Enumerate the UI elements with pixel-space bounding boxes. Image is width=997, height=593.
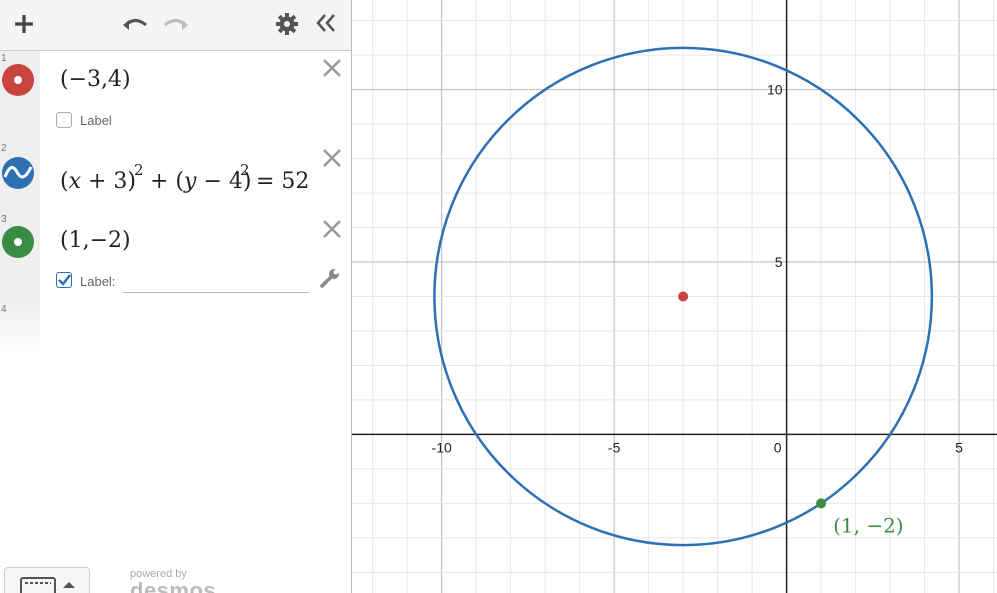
label-input[interactable] (123, 270, 309, 293)
label-checkbox-text: Label (80, 113, 112, 128)
add-expression-button[interactable] (8, 8, 40, 40)
graph-canvas[interactable]: -10 -5 0 5 5 10 (1, −2) (352, 0, 997, 593)
x-tick-label: 0 (774, 439, 782, 455)
expression-number: 3 (1, 214, 7, 225)
expression-tab: 1 (0, 51, 40, 141)
expression-panel: 1 (−3,4) Label 2 (x + 3) 2 + (y − 4) 2 = (0, 0, 352, 593)
point-1 (678, 291, 689, 302)
keyboard-toggle-button[interactable] (4, 567, 90, 593)
plus-icon (15, 15, 33, 33)
expression-number: 2 (1, 143, 7, 154)
double-chevron-left-icon (316, 14, 335, 32)
close-icon (323, 149, 341, 167)
gear-icon (276, 13, 298, 35)
expression-tab: 4 (0, 302, 40, 358)
svg-text:2: 2 (240, 161, 250, 179)
expression-math[interactable]: (−3,4) (60, 67, 131, 92)
wrench-icon (320, 269, 339, 288)
x-tick-label: -5 (608, 439, 621, 455)
circle-equation: (x + 3) 2 + (y − 4) 2 = 52 (60, 161, 309, 194)
close-icon (323, 59, 341, 77)
expression-tab: 3 (0, 212, 40, 302)
expression-tab: 2 (0, 141, 40, 212)
settings-button[interactable] (271, 8, 303, 40)
redo-button[interactable] (160, 8, 192, 40)
collapse-panel-button[interactable] (310, 8, 342, 40)
label-checkbox-text: Label: (80, 274, 116, 289)
desmos-logo[interactable]: desmos (130, 578, 216, 593)
delete-expression-button[interactable] (321, 57, 343, 79)
toolbar (0, 0, 351, 51)
undo-icon (123, 19, 147, 30)
label-checkbox[interactable] (56, 272, 72, 288)
curve-color-icon[interactable] (2, 157, 34, 189)
undo-button[interactable] (119, 8, 151, 40)
expression-row-4[interactable]: 4 (0, 302, 351, 358)
expression-math[interactable]: (x + 3) 2 + (y − 4) 2 = 52 (60, 161, 320, 203)
x-tick-label: 5 (955, 439, 963, 455)
redo-icon (164, 19, 188, 30)
point-color-icon[interactable] (2, 64, 34, 96)
svg-text:2: 2 (134, 161, 144, 179)
svg-text:(x + 3): (x + 3) (60, 169, 136, 194)
expression-number: 1 (1, 53, 7, 64)
y-tick-label: 5 (775, 254, 783, 270)
label-options-button[interactable] (318, 266, 342, 290)
label-checkbox[interactable] (56, 112, 72, 128)
svg-text:+ (y − 4): + (y − 4) (150, 169, 251, 194)
expression-row-1[interactable]: 1 (−3,4) Label (0, 51, 351, 142)
point-2 (816, 498, 827, 509)
keyboard-icon (20, 577, 75, 593)
delete-expression-button[interactable] (321, 218, 343, 240)
x-tick-label: -10 (432, 439, 452, 455)
expression-math[interactable]: (1,−2) (60, 228, 131, 253)
expression-number: 4 (1, 304, 7, 315)
svg-text:= 52: = 52 (256, 169, 309, 194)
expression-row-3[interactable]: 3 (1,−2) Label: (0, 212, 351, 303)
checkmark-icon (58, 274, 71, 286)
point-color-icon[interactable] (2, 226, 34, 258)
delete-expression-button[interactable] (321, 147, 343, 169)
close-icon (323, 220, 341, 238)
expression-row-2[interactable]: 2 (x + 3) 2 + (y − 4) 2 = 52 (0, 141, 351, 213)
graph-paper[interactable]: -10 -5 0 5 5 10 (1, −2) (352, 0, 997, 593)
point-label: (1, −2) (833, 513, 904, 537)
y-tick-label: 10 (767, 82, 783, 98)
